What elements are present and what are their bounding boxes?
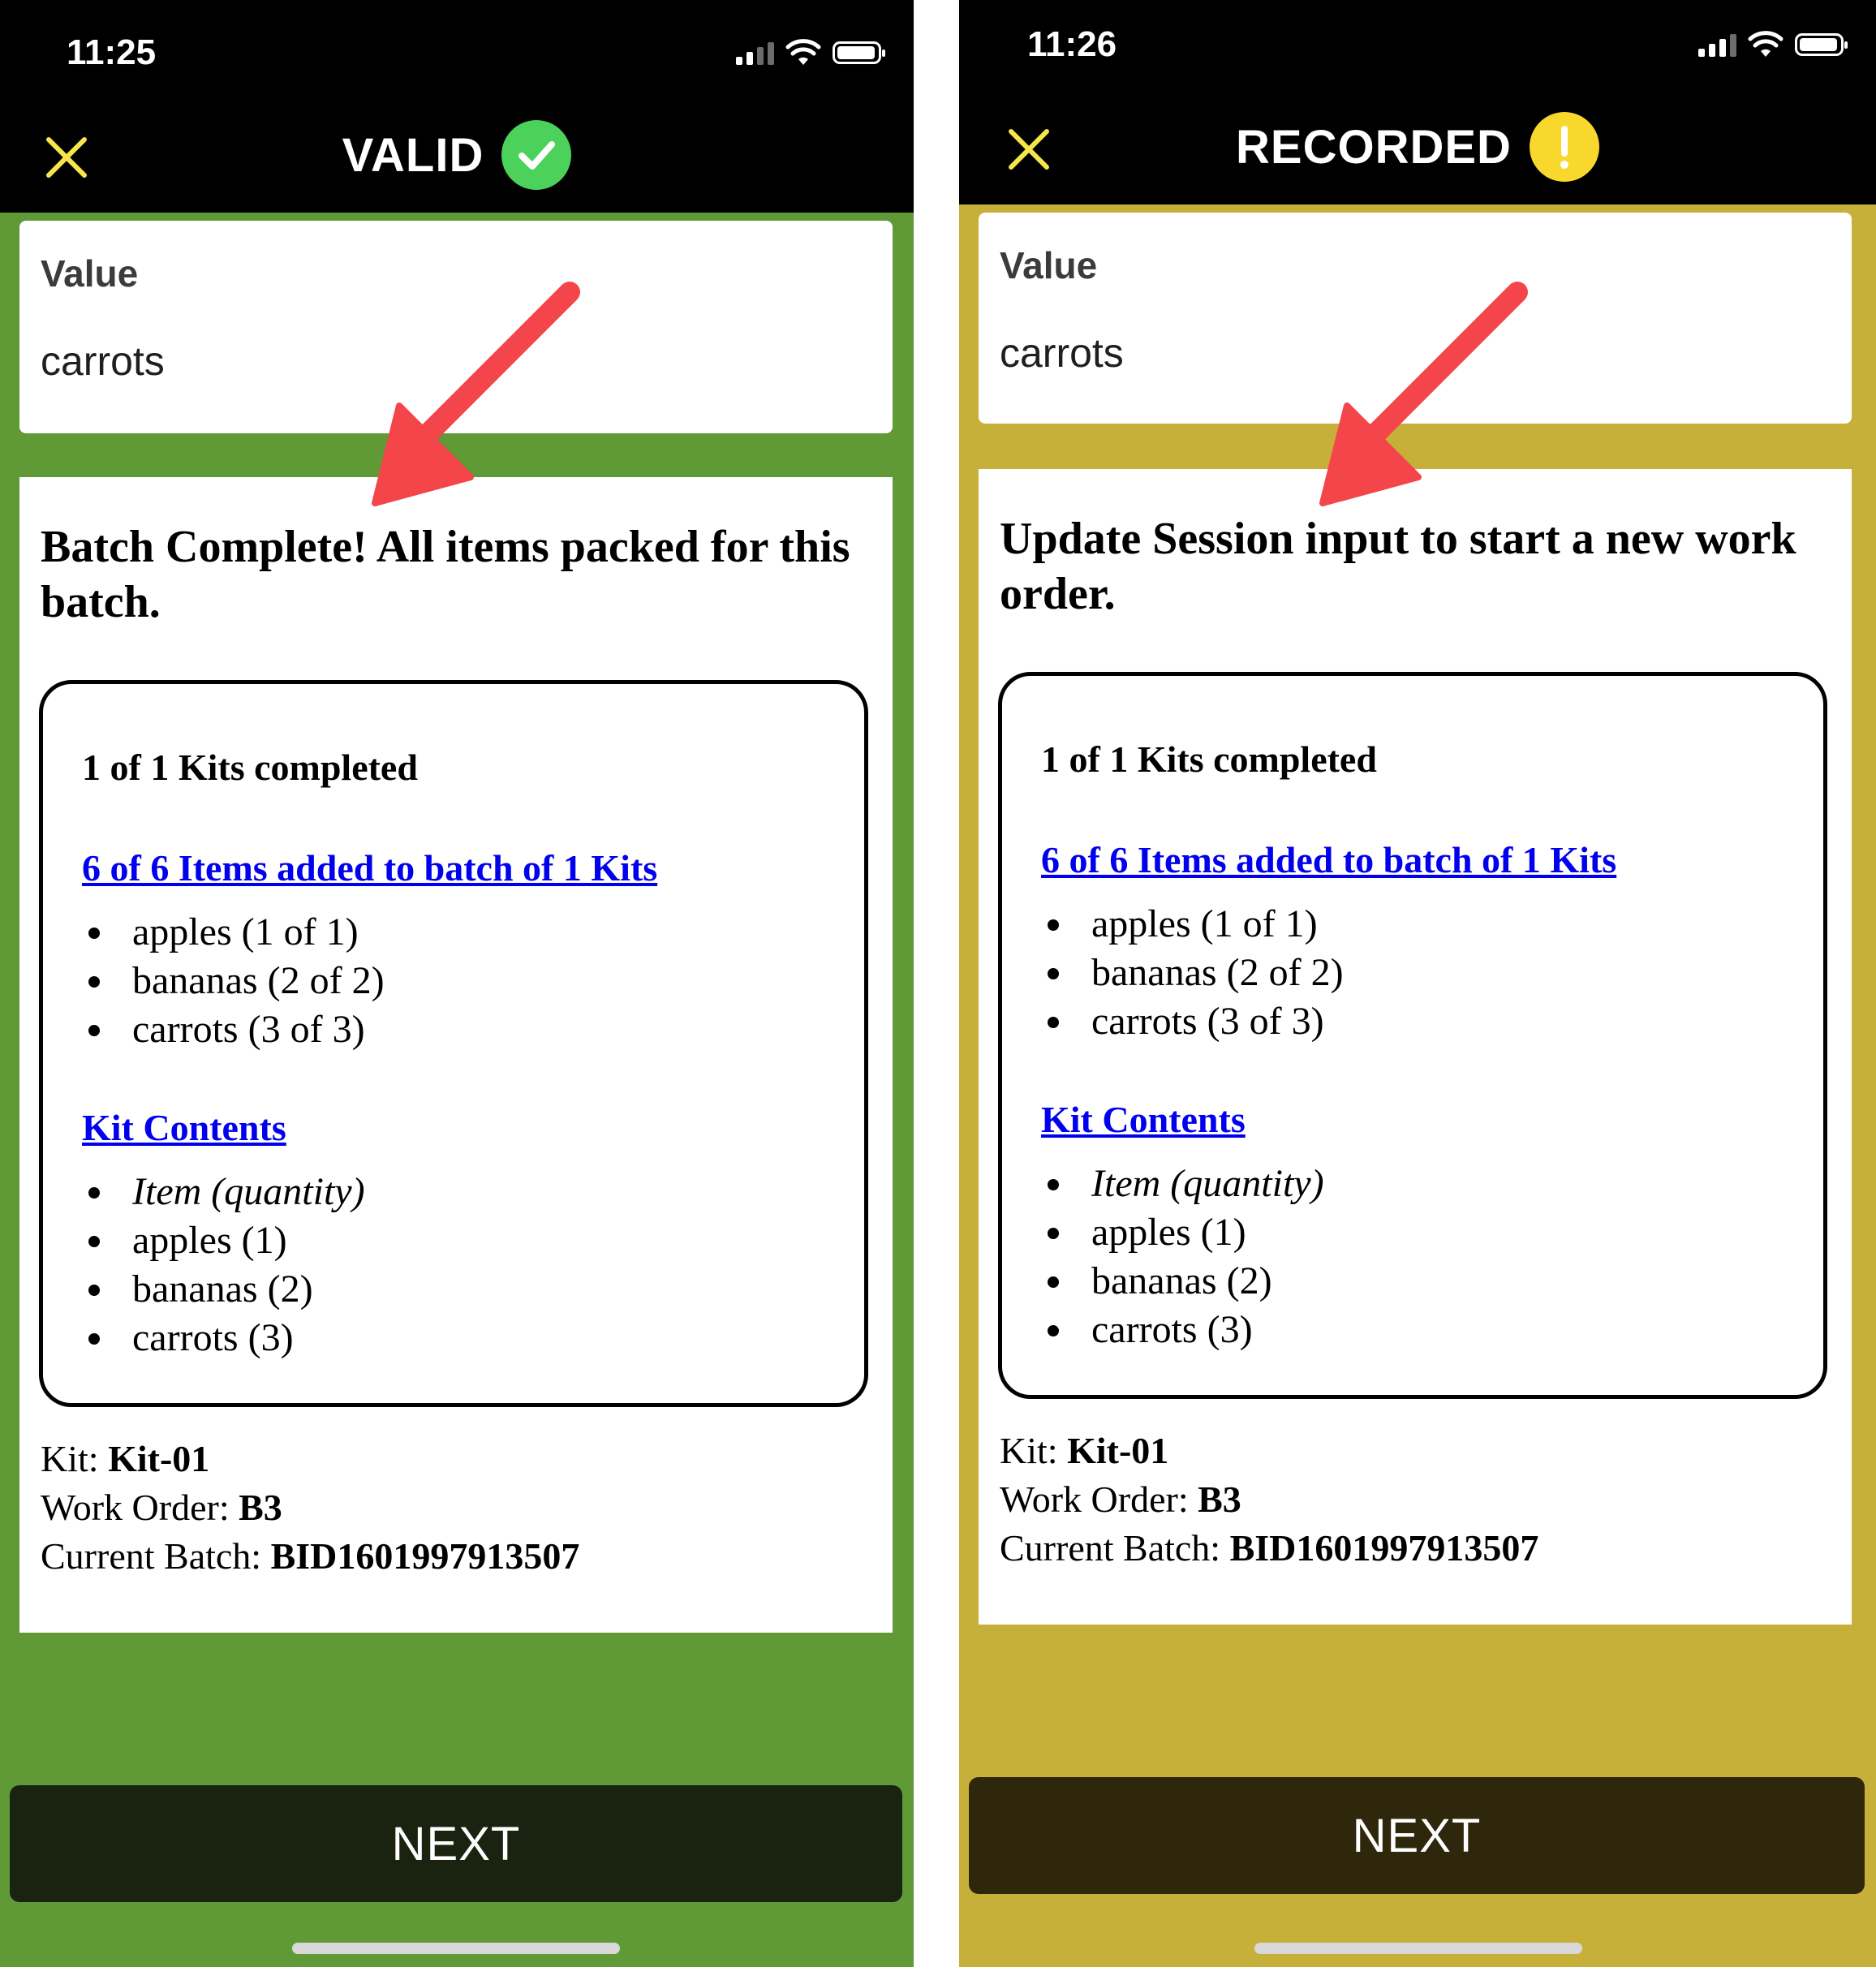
kit-summary-box: 1 of 1 Kits completed 6 of 6 Items added… xyxy=(998,672,1827,1399)
status-icons xyxy=(1698,31,1848,58)
value-text: carrots xyxy=(1000,330,1124,376)
added-items-list: apples (1 of 1) bananas (2 of 2) carrots… xyxy=(1048,900,1344,1046)
work-order-label: Work Order: xyxy=(41,1487,239,1528)
kits-completed-text: 1 of 1 Kits completed xyxy=(1041,738,1377,780)
exclamation-circle-icon xyxy=(1529,112,1599,182)
list-item: apples (1) xyxy=(1048,1208,1324,1257)
kit-label: Kit: xyxy=(41,1438,109,1479)
added-items-list: apples (1 of 1) bananas (2 of 2) carrots… xyxy=(88,908,385,1054)
status-title: VALID xyxy=(342,128,484,182)
list-item: bananas (2 of 2) xyxy=(1048,949,1344,997)
next-button[interactable]: NEXT xyxy=(969,1777,1865,1894)
list-header-item: Item (quantity) xyxy=(1048,1160,1324,1208)
batch-line: Current Batch: BID1601997913507 xyxy=(1000,1524,1538,1573)
list-item: carrots (3 of 3) xyxy=(88,1005,385,1054)
next-button[interactable]: NEXT xyxy=(10,1785,902,1902)
kit-contents-list: Item (quantity) apples (1) bananas (2) c… xyxy=(1048,1160,1324,1354)
battery-icon xyxy=(833,41,885,64)
kit-label: Kit: xyxy=(1000,1430,1068,1471)
message-title: Update Session input to start a new work… xyxy=(1000,514,1796,619)
status-time: 11:26 xyxy=(1027,24,1117,64)
work-order-value: B3 xyxy=(1198,1478,1241,1520)
status-icons xyxy=(736,39,885,67)
work-order-value: B3 xyxy=(239,1487,282,1528)
status-header: RECORDED xyxy=(959,112,1876,182)
phone-screen-valid: 11:25 VALID Value carrots Batch Complete… xyxy=(0,0,914,1967)
battery-icon xyxy=(1795,33,1848,56)
batch-meta: Kit: Kit-01 Work Order: B3 Current Batch… xyxy=(1000,1427,1538,1573)
list-item: bananas (2) xyxy=(88,1265,365,1314)
list-item: carrots (3) xyxy=(88,1314,365,1362)
list-header-item: Item (quantity) xyxy=(88,1168,365,1216)
cellular-signal-icon xyxy=(736,41,774,65)
kit-contents-link[interactable]: Kit Contents xyxy=(82,1106,286,1149)
kit-line: Kit: Kit-01 xyxy=(1000,1427,1538,1475)
batch-label: Current Batch: xyxy=(1000,1527,1230,1569)
value-label: Value xyxy=(1000,244,1098,286)
list-item: apples (1) xyxy=(88,1216,365,1265)
top-bar: 11:26 RECORDED xyxy=(959,0,1876,204)
list-item: apples (1 of 1) xyxy=(1048,900,1344,949)
cellular-signal-icon xyxy=(1698,32,1736,57)
kit-contents-link[interactable]: Kit Contents xyxy=(1041,1098,1246,1141)
batch-value: BID1601997913507 xyxy=(270,1535,580,1577)
list-item: apples (1 of 1) xyxy=(88,908,385,957)
value-label: Value xyxy=(41,252,139,295)
list-item: carrots (3) xyxy=(1048,1306,1324,1354)
list-item: carrots (3 of 3) xyxy=(1048,997,1344,1046)
list-item: bananas (2 of 2) xyxy=(88,957,385,1005)
wifi-icon xyxy=(1748,31,1783,57)
kit-line: Kit: Kit-01 xyxy=(41,1435,579,1483)
batch-value: BID1601997913507 xyxy=(1229,1527,1539,1569)
items-added-link[interactable]: 6 of 6 Items added to batch of 1 Kits xyxy=(82,846,657,889)
batch-line: Current Batch: BID1601997913507 xyxy=(41,1532,579,1581)
batch-label: Current Batch: xyxy=(41,1535,271,1577)
work-order-line: Work Order: B3 xyxy=(1000,1475,1538,1524)
message-title: Batch Complete! All items packed for thi… xyxy=(41,522,850,627)
top-bar: 11:25 VALID xyxy=(0,0,914,213)
batch-meta: Kit: Kit-01 Work Order: B3 Current Batch… xyxy=(41,1435,579,1581)
value-card: Value carrots xyxy=(19,221,893,433)
value-text: carrots xyxy=(41,338,165,384)
status-time: 11:25 xyxy=(67,32,157,72)
work-order-line: Work Order: B3 xyxy=(41,1483,579,1532)
kit-value: Kit-01 xyxy=(108,1438,210,1479)
items-added-link[interactable]: 6 of 6 Items added to batch of 1 Kits xyxy=(1041,838,1616,881)
kits-completed-text: 1 of 1 Kits completed xyxy=(82,747,418,788)
kit-contents-list: Item (quantity) apples (1) bananas (2) c… xyxy=(88,1168,365,1362)
list-item: bananas (2) xyxy=(1048,1257,1324,1306)
home-indicator[interactable] xyxy=(292,1943,620,1954)
work-order-label: Work Order: xyxy=(1000,1478,1198,1520)
wifi-icon xyxy=(785,39,821,65)
status-title: RECORDED xyxy=(1236,120,1512,174)
home-indicator[interactable] xyxy=(1254,1943,1582,1954)
phone-screen-recorded: 11:26 RECORDED Value carrots Update Sess… xyxy=(959,0,1876,1967)
value-card: Value carrots xyxy=(979,213,1852,424)
status-header: VALID xyxy=(0,120,914,190)
checkmark-circle-icon xyxy=(501,120,572,190)
kit-summary-box: 1 of 1 Kits completed 6 of 6 Items added… xyxy=(39,680,868,1407)
kit-value: Kit-01 xyxy=(1067,1430,1169,1471)
message-card: Batch Complete! All items packed for thi… xyxy=(19,477,893,1633)
message-card: Update Session input to start a new work… xyxy=(979,469,1852,1625)
